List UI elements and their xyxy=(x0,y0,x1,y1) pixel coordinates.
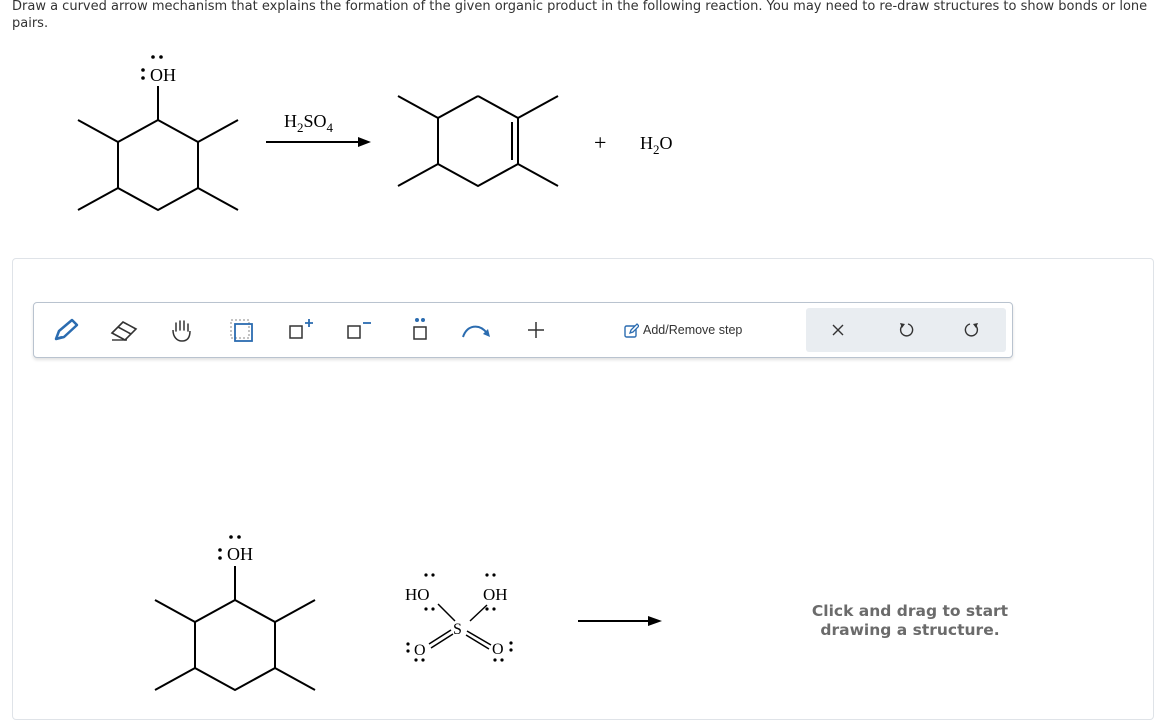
eraser-tool-button[interactable] xyxy=(106,313,142,347)
hand-tool-button[interactable] xyxy=(164,313,200,347)
plus-icon xyxy=(528,322,544,338)
eraser-icon xyxy=(110,321,138,341)
redo-icon xyxy=(964,323,979,337)
pencil-icon xyxy=(54,318,79,341)
curved-arrow-button[interactable] xyxy=(458,313,494,347)
add-plus-button[interactable] xyxy=(518,313,554,347)
add-remove-step-button[interactable]: Add/Remove step xyxy=(624,320,742,340)
lone-pair-button[interactable] xyxy=(402,313,438,347)
positive-charge-button[interactable] xyxy=(282,313,318,347)
action-button-group xyxy=(806,308,1006,352)
reagent-label: H2SO4 xyxy=(284,111,334,135)
close-button[interactable] xyxy=(818,314,858,346)
water-label: H2O xyxy=(640,133,673,157)
pencil-tool-button[interactable] xyxy=(48,313,84,347)
positive-charge-icon xyxy=(289,319,313,339)
undo-button[interactable] xyxy=(886,314,926,346)
reactant-hydroxyl-label: OH xyxy=(141,55,176,85)
select-tool-button[interactable] xyxy=(224,313,260,347)
edit-icon xyxy=(624,322,639,338)
close-icon xyxy=(832,324,844,336)
add-remove-step-label: Add/Remove step xyxy=(643,323,743,337)
reaction-arrow xyxy=(266,137,371,147)
canvas-hint-text: Click and drag to start drawing a struct… xyxy=(811,602,1009,639)
lone-pair-icon xyxy=(413,318,427,340)
select-box-icon xyxy=(230,319,253,342)
plus-sign: + xyxy=(594,130,606,155)
toolbar: Add/Remove step xyxy=(33,302,1013,358)
hand-icon xyxy=(172,320,191,342)
undo-icon xyxy=(899,323,914,337)
negative-charge-button[interactable] xyxy=(340,313,376,347)
product-molecule xyxy=(397,95,559,188)
svg-text:H2SO4: H2SO4 xyxy=(284,111,334,135)
curved-arrow-icon xyxy=(462,325,490,338)
negative-charge-icon xyxy=(347,322,371,339)
redo-button[interactable] xyxy=(952,314,992,346)
svg-text:OH: OH xyxy=(150,65,176,85)
reactant-molecule xyxy=(77,86,239,212)
reaction-scheme: OH H2SO4 + H2O xyxy=(77,55,673,212)
